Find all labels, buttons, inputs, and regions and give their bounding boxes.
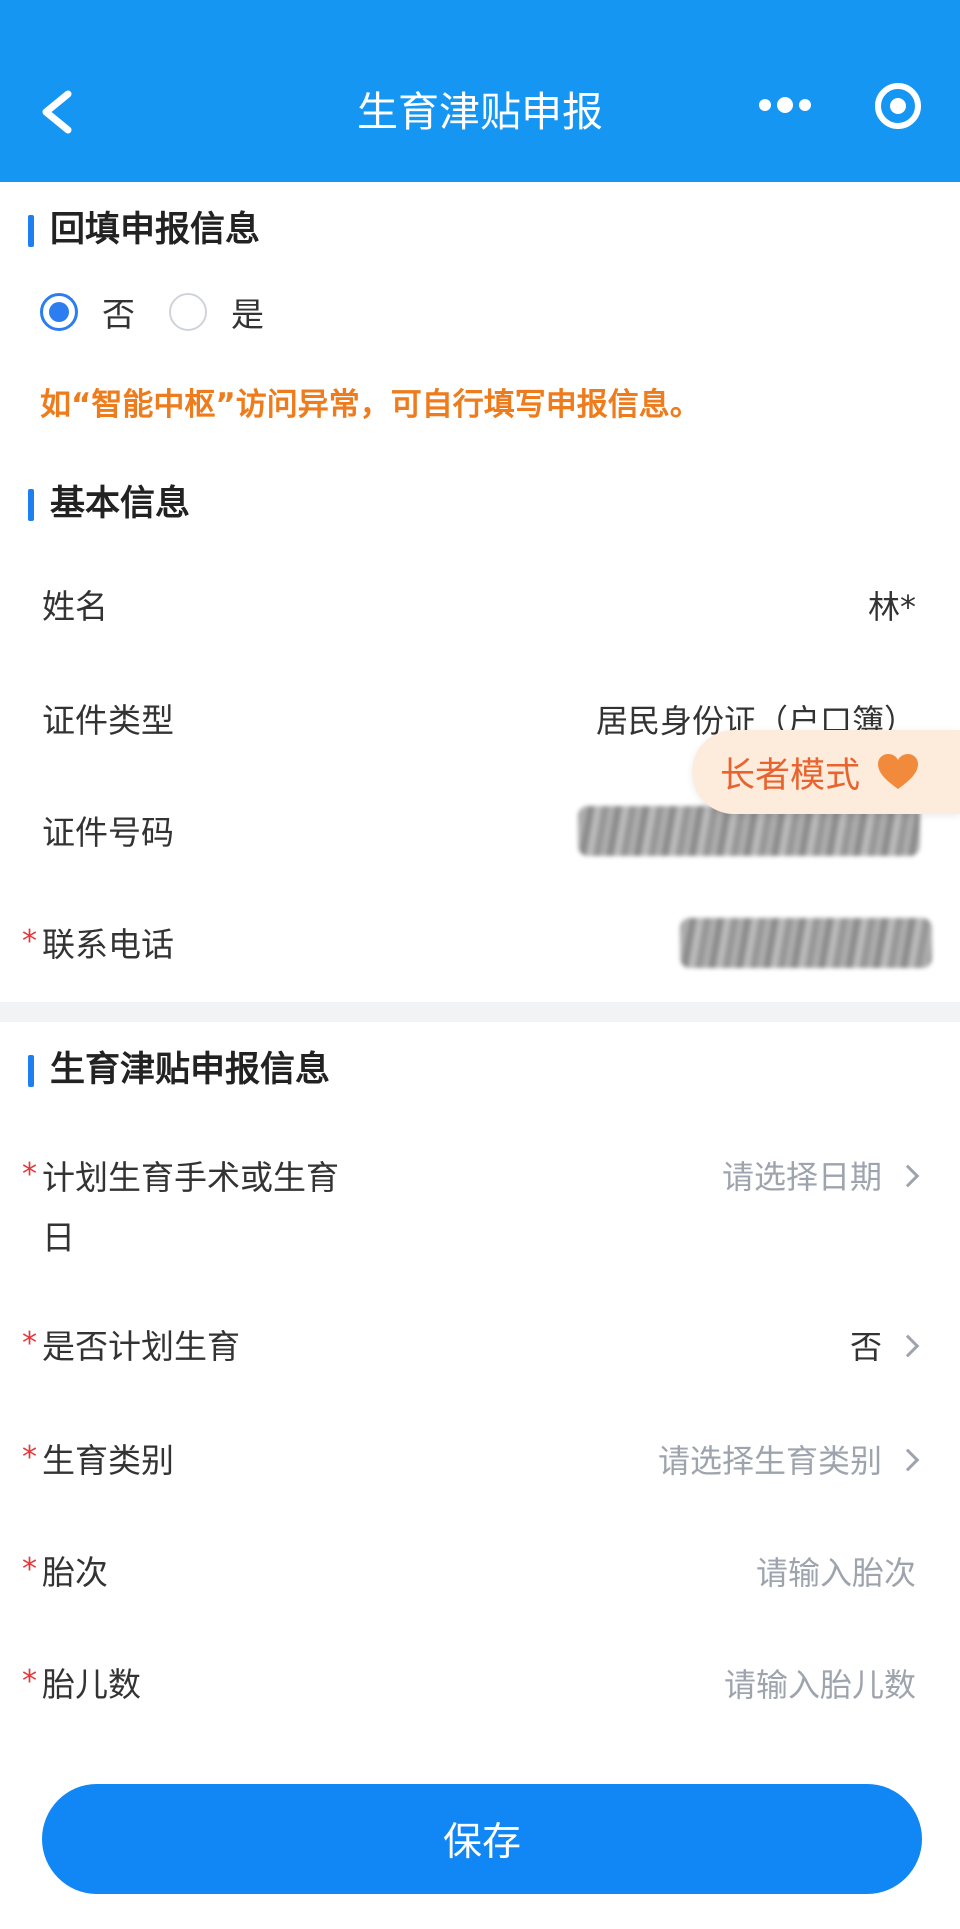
parity-label-text: 胎次 (42, 1553, 108, 1592)
surgery-date-label: * 计划生育手术或生育 日 (22, 1148, 339, 1268)
phone-redacted[interactable] (680, 918, 932, 968)
section-title-backfill: 回填申报信息 (28, 206, 260, 254)
radio-yes-label: 是 (231, 295, 264, 334)
radio-checked-icon (40, 293, 78, 331)
section-divider (0, 1002, 960, 1022)
required-mark: * (22, 1440, 37, 1475)
planned-birth-value: 否 (849, 1328, 882, 1366)
close-miniprogram-button[interactable] (872, 80, 924, 132)
fetus-count-label: * 胎儿数 (22, 1660, 141, 1710)
phone-label-text: 联系电话 (42, 925, 174, 964)
planned-birth-label: * 是否计划生育 (22, 1322, 240, 1372)
fetus-count-label-text: 胎儿数 (42, 1665, 141, 1704)
radio-unchecked-icon (169, 293, 207, 331)
planned-birth-label-text: 是否计划生育 (42, 1327, 240, 1366)
chevron-right-icon (896, 1164, 920, 1188)
more-button[interactable] (752, 82, 818, 128)
radio-no-label: 否 (102, 295, 135, 334)
surgery-date-picker[interactable]: 请选择日期 (721, 1152, 920, 1202)
top-app-bar: 生育津贴申报 (0, 0, 960, 182)
required-mark: * (22, 1326, 37, 1361)
required-mark: * (22, 1664, 37, 1699)
chevron-right-icon (896, 1448, 920, 1472)
radio-yes[interactable]: 是 (169, 288, 264, 336)
save-button[interactable]: 保存 (42, 1784, 922, 1894)
surgery-date-label-line1: 计划生育手术或生育 (42, 1158, 339, 1197)
target-icon (875, 83, 921, 129)
elder-mode-button[interactable]: 长者模式 (692, 730, 960, 814)
access-warning: 如“智能中枢”访问异常，可自行填写申报信息。 (40, 387, 701, 423)
name-value: 林* (867, 588, 916, 626)
section-title-maternity: 生育津贴申报信息 (28, 1046, 330, 1094)
required-mark: * (22, 924, 37, 959)
parity-input[interactable]: 请输入胎次 (756, 1548, 916, 1598)
fetus-count-input[interactable]: 请输入胎儿数 (724, 1660, 916, 1710)
backfill-radio-group: 否 是 (40, 286, 298, 338)
id-type-label: 证件类型 (42, 701, 174, 740)
parity-label: * 胎次 (22, 1548, 108, 1598)
surgery-date-placeholder: 请选择日期 (721, 1158, 882, 1196)
planned-birth-picker[interactable]: 否 (849, 1322, 920, 1372)
name-label: 姓名 (42, 587, 108, 626)
id-number-label: 证件号码 (42, 813, 174, 852)
surgery-date-label-line2: 日 (42, 1218, 75, 1257)
birth-type-label: * 生育类别 (22, 1436, 174, 1486)
birth-type-placeholder: 请选择生育类别 (657, 1442, 882, 1480)
phone-label: * 联系电话 (22, 920, 174, 970)
more-dots-icon (759, 97, 811, 113)
section-title-basic: 基本信息 (28, 480, 190, 528)
elder-mode-label: 长者模式 (720, 755, 861, 796)
radio-no[interactable]: 否 (40, 288, 135, 336)
birth-type-label-text: 生育类别 (42, 1441, 174, 1480)
required-mark: * (22, 1552, 37, 1587)
heart-icon (878, 754, 919, 789)
birth-type-picker[interactable]: 请选择生育类别 (657, 1436, 920, 1486)
chevron-right-icon (896, 1334, 920, 1358)
required-mark: * (22, 1157, 37, 1192)
